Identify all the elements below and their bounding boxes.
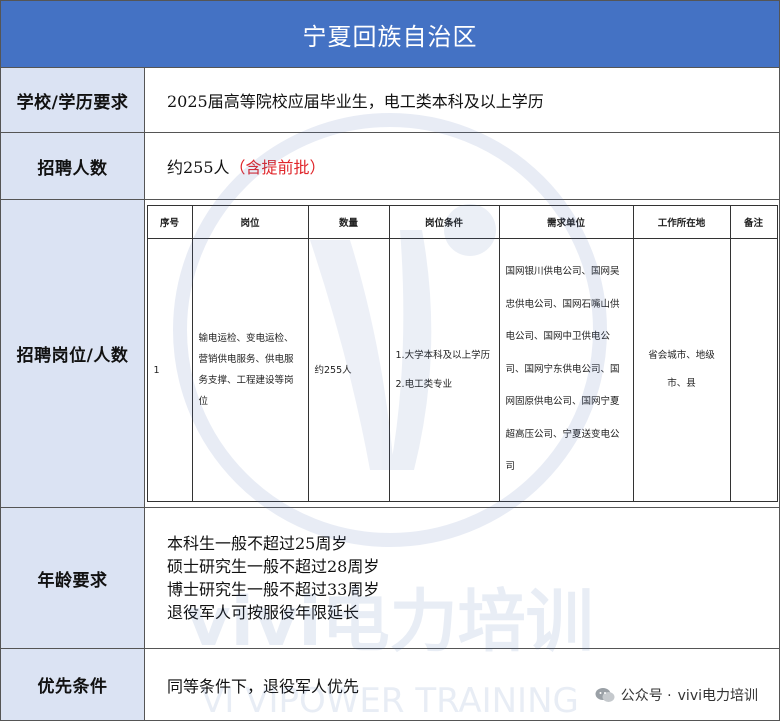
age-line-doctor: 博士研究生一般不超过33周岁: [167, 580, 380, 599]
cond-line-1: 1.大学本科及以上学历: [395, 350, 491, 361]
count-value: 约255人 （含提前批）: [145, 133, 779, 199]
footer-account: vivi电力培训: [677, 688, 758, 704]
header-cond: 岗位条件: [388, 205, 500, 239]
cell-no: 1: [146, 238, 193, 502]
header-post: 岗位: [191, 205, 309, 239]
count-note: （含提前批）: [229, 158, 326, 177]
positions-table: 序号 岗位 数量 岗位条件 需求单位 工作所在地 备注 1 输电运检、变电运检、…: [146, 205, 778, 502]
province-title: 宁夏回族自治区: [1, 1, 779, 68]
header-units: 需求单位: [498, 205, 634, 239]
header-qty: 数量: [307, 205, 390, 239]
cell-qty: 约255人: [307, 238, 390, 502]
priority-label: 优先条件: [1, 649, 145, 720]
wechat-icon: [595, 687, 615, 703]
cell-units: 国网银川供电公司、国网吴忠供电公司、国网石嘴山供电公司、国网中卫供电公司、国网宁…: [498, 238, 634, 502]
count-label: 招聘人数: [1, 133, 145, 199]
age-value: 本科生一般不超过25周岁 硕士研究生一般不超过28周岁 博士研究生一般不超过33…: [145, 508, 779, 648]
count-row: 招聘人数 约255人 （含提前批）: [1, 133, 779, 200]
cell-remark: [729, 238, 778, 502]
cond-line-2: 2.电工类专业: [395, 379, 453, 390]
school-value: 2025届高等院校应届毕业生，电工类本科及以上学历: [167, 92, 544, 111]
count-number: 约255人: [167, 158, 230, 177]
cell-cond: 1.大学本科及以上学历 2.电工类专业: [388, 238, 500, 502]
school-row: 学校/学历要求 2025届高等院校应届毕业生，电工类本科及以上学历: [1, 68, 779, 133]
age-line-veteran: 退役军人可按服役年限延长: [167, 603, 360, 622]
table-row: 1 输电运检、变电运检、营销供电服务、供电服务支撑、工程建设等岗位 约255人 …: [146, 238, 778, 502]
age-line-undergrad: 本科生一般不超过25周岁: [167, 534, 348, 553]
footer-prefix: 公众号 ·: [620, 688, 672, 704]
positions-table-wrap: 序号 岗位 数量 岗位条件 需求单位 工作所在地 备注 1 输电运检、变电运检、…: [145, 200, 779, 507]
header-remark: 备注: [729, 205, 778, 239]
cell-post: 输电运检、变电运检、营销供电服务、供电服务支撑、工程建设等岗位: [191, 238, 309, 502]
school-label: 学校/学历要求: [1, 68, 145, 132]
age-label: 年龄要求: [1, 508, 145, 648]
wechat-account-mark: 公众号 · vivi电力培训: [595, 685, 758, 705]
age-row: 年龄要求 本科生一般不超过25周岁 硕士研究生一般不超过28周岁 博士研究生一般…: [1, 508, 779, 649]
cell-location: 省会城市、地级市、县: [632, 238, 731, 502]
age-line-master: 硕士研究生一般不超过28周岁: [167, 557, 380, 576]
header-no: 序号: [146, 205, 193, 239]
recruitment-sheet: 宁夏回族自治区 学校/学历要求 2025届高等院校应届毕业生，电工类本科及以上学…: [0, 0, 780, 721]
positions-header-row: 序号 岗位 数量 岗位条件 需求单位 工作所在地 备注: [146, 205, 778, 239]
positions-label: 招聘岗位/人数: [1, 200, 145, 507]
header-location: 工作所在地: [632, 205, 731, 239]
positions-row: 招聘岗位/人数 序号 岗位 数量 岗位条件 需求单位 工作所在地 备注 1 输电…: [1, 200, 779, 508]
